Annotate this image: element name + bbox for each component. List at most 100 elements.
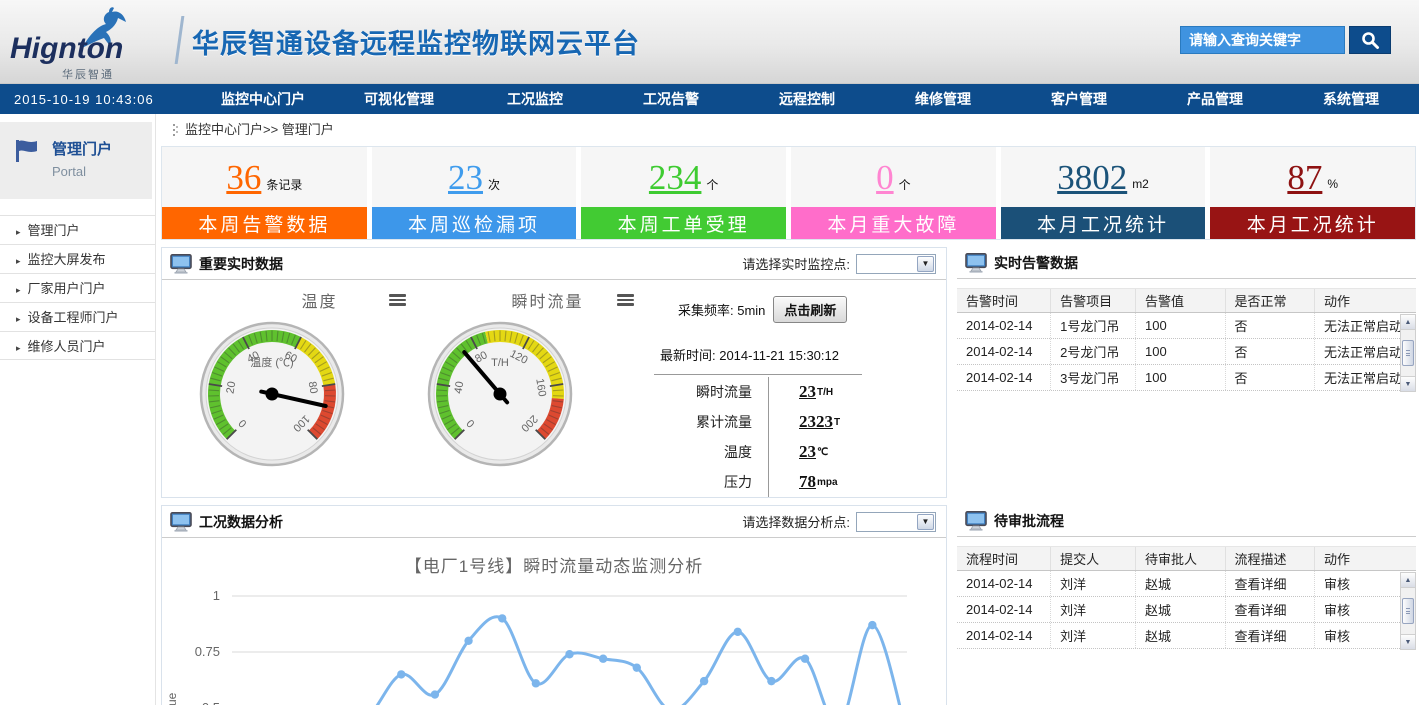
- nav-item-5[interactable]: 维修管理: [875, 89, 1011, 109]
- nav-items: 监控中心门户可视化管理工况监控工况告警远程控制维修管理客户管理产品管理系统管理: [195, 89, 1419, 109]
- reading-label: 瞬时流量: [650, 382, 768, 402]
- monitor-icon: [965, 253, 987, 273]
- sidebar-item-1[interactable]: ▸监控大屏发布: [0, 244, 155, 273]
- nav-item-7[interactable]: 产品管理: [1147, 89, 1283, 109]
- stat-value-area: 23次: [372, 147, 577, 207]
- table-row-1: 2014-02-14刘洋赵城查看详细审核: [957, 597, 1416, 623]
- svg-text:80: 80: [306, 381, 320, 395]
- scroll-down-arrow-icon[interactable]: ▼: [1401, 634, 1415, 649]
- table-header-cell: 流程时间: [957, 547, 1051, 570]
- reading-row-2: 温度23℃: [650, 437, 932, 467]
- stat-unit: 条记录: [266, 176, 302, 193]
- stat-value-link[interactable]: 23: [448, 160, 483, 195]
- scroll-thumb[interactable]: [1402, 340, 1414, 366]
- stat-label-bar[interactable]: 本月重大故障: [791, 207, 996, 239]
- sidebar-item-2[interactable]: ▸厂家用户门户: [0, 273, 155, 302]
- sidebar-item-label: 管理门户: [28, 223, 80, 238]
- stat-label-bar[interactable]: 本月工况统计: [1001, 207, 1206, 239]
- table-cell: 赵城: [1136, 571, 1226, 596]
- nav-item-3[interactable]: 工况告警: [603, 89, 739, 109]
- search-input[interactable]: [1180, 26, 1345, 54]
- scroll-up-arrow-icon[interactable]: ▲: [1401, 573, 1415, 588]
- sidebar-item-label: 监控大屏发布: [28, 252, 106, 267]
- table-cell: 查看详细: [1226, 623, 1316, 648]
- realtime-panel-title: 重要实时数据: [199, 254, 283, 274]
- stat-label-bar[interactable]: 本周告警数据: [162, 207, 367, 239]
- reading-value: 23℃: [768, 437, 828, 467]
- approval-panel: 待审批流程 流程时间提交人待审批人流程描述动作2014-02-14刘洋赵城查看详…: [957, 505, 1416, 705]
- search-button[interactable]: [1349, 26, 1391, 54]
- stat-unit: 个: [706, 176, 718, 193]
- stat-unit: m2: [1132, 177, 1149, 191]
- nav-item-1[interactable]: 可视化管理: [331, 89, 467, 109]
- stat-value-link[interactable]: 36: [226, 160, 261, 195]
- breadcrumb: 监控中心门户>> 管理门户: [161, 114, 1416, 146]
- reading-number: 23: [799, 442, 816, 462]
- nav-item-2[interactable]: 工况监控: [467, 89, 603, 109]
- stat-value-area: 36 条记录: [162, 147, 367, 207]
- stat-value-link[interactable]: 234: [649, 160, 702, 195]
- chart-menu-icon[interactable]: [389, 292, 406, 308]
- brand-name: Hignton: [10, 32, 123, 66]
- table-cell: 刘洋: [1051, 571, 1136, 596]
- table-header-cell: 是否正常: [1226, 289, 1316, 312]
- gauge-dial: 04080120160200T/H: [420, 314, 580, 474]
- stat-label-bar[interactable]: 本周巡检漏项: [372, 207, 577, 239]
- scroll-down-arrow-icon[interactable]: ▼: [1401, 376, 1415, 391]
- app-root: Hignton 华辰智通 华辰智通设备远程监控物联网云平台 2015-10-19…: [0, 0, 1419, 705]
- stat-label-bar[interactable]: 本月工况统计: [1210, 207, 1415, 239]
- triangle-bullet-icon: ▸: [16, 343, 21, 353]
- table-header-cell: 提交人: [1051, 547, 1136, 570]
- select-dropdown-arrow-icon: ▼: [917, 514, 934, 530]
- nav-item-6[interactable]: 客户管理: [1011, 89, 1147, 109]
- svg-text:温度 (℃): 温度 (℃): [250, 355, 293, 369]
- stat-label-bar[interactable]: 本周工单受理: [581, 207, 786, 239]
- sidebar-item-4[interactable]: ▸维修人员门户: [0, 331, 155, 360]
- scroll-thumb[interactable]: [1402, 598, 1414, 624]
- line-chart: 10.750.50.250value: [162, 577, 946, 705]
- sidebar-item-0[interactable]: ▸管理门户: [0, 215, 155, 244]
- scroll-up-arrow-icon[interactable]: ▲: [1401, 315, 1415, 330]
- alarm-panel-header: 实时告警数据: [957, 247, 1416, 279]
- table-cell: 2号龙门吊: [1051, 339, 1136, 364]
- nav-item-4[interactable]: 远程控制: [739, 89, 875, 109]
- sidebar-item-3[interactable]: ▸设备工程师门户: [0, 302, 155, 331]
- realtime-panel: 重要实时数据 请选择实时监控点: ▼ 温度020406080100温度 (℃) …: [161, 247, 947, 498]
- alarm-panel: 实时告警数据 告警时间告警项目告警值是否正常动作2014-02-141号龙门吊1…: [957, 247, 1416, 498]
- stats-strip: 36条记录本周告警数据23次本周巡检漏项234个本周工单受理0个本月重大故障38…: [161, 146, 1416, 240]
- gauge-title-row: 温度: [192, 286, 420, 314]
- stat-card-4: 3802 m2 本月工况统计: [1001, 147, 1206, 239]
- table-cell: 2014-02-14: [957, 597, 1051, 622]
- table-cell: 2014-02-14: [957, 339, 1051, 364]
- table-scrollbar[interactable]: ▲▼: [1400, 572, 1416, 650]
- analysis-point-select[interactable]: ▼: [856, 512, 936, 532]
- brand-logo[interactable]: Hignton 华辰智通: [10, 8, 170, 78]
- svg-text:20: 20: [225, 381, 239, 395]
- temperature-gauge: 温度020406080100温度 (℃): [192, 286, 420, 497]
- reading-value: 2323T: [768, 407, 840, 437]
- table-cell: 查看详细: [1226, 597, 1316, 622]
- reading-number: 2323: [799, 412, 833, 432]
- table-cell: 刘洋: [1051, 623, 1136, 648]
- table-cell: 2014-02-14: [957, 623, 1051, 648]
- chart-menu-icon[interactable]: [617, 292, 634, 308]
- select-dropdown-arrow-icon: ▼: [917, 256, 934, 272]
- stat-value-link[interactable]: 0: [876, 160, 894, 195]
- table-cell: 2014-02-14: [957, 365, 1051, 390]
- monitor-point-select[interactable]: ▼: [856, 254, 936, 274]
- table-header-cell: 流程描述: [1226, 547, 1316, 570]
- table-cell: 100: [1136, 365, 1226, 390]
- refresh-button[interactable]: 点击刷新: [773, 296, 847, 323]
- alarm-table: 告警时间告警项目告警值是否正常动作2014-02-141号龙门吊100否无法正常…: [957, 288, 1416, 391]
- table-cell: 100: [1136, 313, 1226, 338]
- stat-value-link[interactable]: 87: [1287, 160, 1322, 195]
- stat-value-area: 87%: [1210, 147, 1415, 207]
- nav-item-0[interactable]: 监控中心门户: [195, 89, 331, 109]
- svg-text:0.75: 0.75: [195, 644, 220, 659]
- nav-item-8[interactable]: 系统管理: [1283, 89, 1419, 109]
- gauge-dial: 020406080100温度 (℃): [192, 314, 352, 474]
- stat-value-link[interactable]: 3802: [1057, 160, 1127, 195]
- table-scrollbar[interactable]: ▲▼: [1400, 314, 1416, 392]
- table-cell: 赵城: [1136, 597, 1226, 622]
- readings-block: 采集频率: 5min 点击刷新 最新时间: 2014-11-21 15:30:1…: [648, 286, 946, 497]
